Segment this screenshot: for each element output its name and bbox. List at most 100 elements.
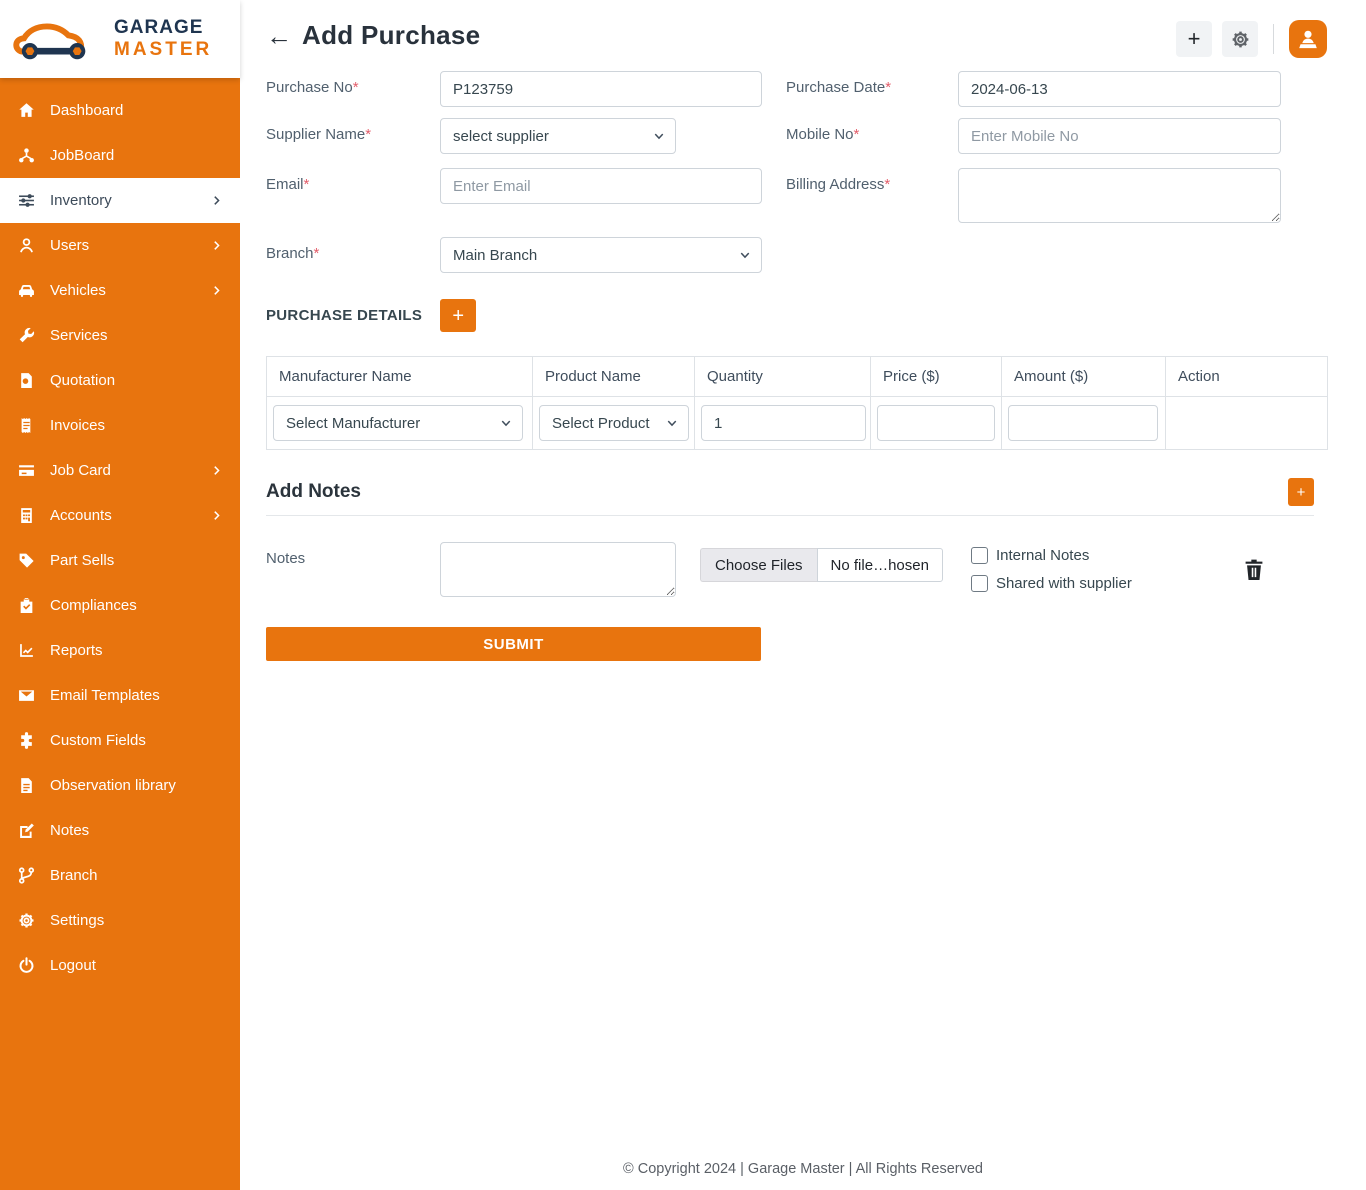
manufacturer-select[interactable]: Select Manufacturer xyxy=(273,405,523,441)
page-header: ← Add Purchase xyxy=(266,20,1328,51)
file-upload-control[interactable]: Choose Files No file…hosen xyxy=(700,548,943,582)
sidebar-item-label: Settings xyxy=(50,912,104,929)
sidebar-item-label: Observation library xyxy=(50,777,176,794)
chevron-right-icon xyxy=(211,285,222,296)
action-cell xyxy=(1166,397,1328,450)
price-input[interactable] xyxy=(877,405,995,441)
shared-with-supplier-label: Shared with supplier xyxy=(996,575,1132,592)
pen-square-icon xyxy=(18,822,35,839)
back-arrow-icon[interactable]: ← xyxy=(266,23,292,49)
sidebar-item-email-templates[interactable]: Email Templates xyxy=(0,673,240,718)
sidebar-item-accounts[interactable]: Accounts xyxy=(0,493,240,538)
sidebar-item-compliances[interactable]: Compliances xyxy=(0,583,240,628)
envelope-icon xyxy=(18,687,35,704)
billing-address-field: Billing Address* xyxy=(786,168,1328,223)
sidebar-item-settings[interactable]: Settings xyxy=(0,898,240,943)
amount-input[interactable] xyxy=(1008,405,1158,441)
email-label: Email* xyxy=(266,168,440,193)
sidebar-item-dashboard[interactable]: Dashboard xyxy=(0,88,240,133)
add-note-button[interactable]: + xyxy=(1288,478,1314,506)
clipboard-check-icon xyxy=(18,597,35,614)
submit-button[interactable]: SUBMIT xyxy=(266,627,761,661)
required-mark: * xyxy=(304,176,310,193)
sidebar-item-branch[interactable]: Branch xyxy=(0,853,240,898)
purchase-date-label: Purchase Date* xyxy=(786,71,958,96)
user-avatar[interactable] xyxy=(1289,20,1327,58)
add-notes-title: Add Notes xyxy=(266,481,361,503)
email-field: Email* xyxy=(266,168,786,204)
sidebar-item-label: Job Card xyxy=(50,462,111,479)
chart-line-icon xyxy=(18,642,35,659)
sidebar-item-inventory[interactable]: Inventory xyxy=(0,178,240,223)
mobile-label: Mobile No* xyxy=(786,118,958,143)
billing-address-label: Billing Address* xyxy=(786,168,958,193)
chevron-right-icon xyxy=(211,510,222,521)
shared-with-supplier-checkbox[interactable] xyxy=(971,575,988,592)
power-icon xyxy=(18,957,35,974)
notes-textarea[interactable] xyxy=(440,542,676,597)
sidebar-item-custom-fields[interactable]: Custom Fields xyxy=(0,718,240,763)
branch-select[interactable]: Main Branch xyxy=(440,237,762,273)
puzzle-icon xyxy=(18,732,35,749)
internal-notes-option[interactable]: Internal Notes xyxy=(971,547,1132,564)
page-title: Add Purchase xyxy=(302,20,480,51)
settings-button[interactable] xyxy=(1222,21,1258,57)
sidebar-item-quotation[interactable]: Quotation xyxy=(0,358,240,403)
sidebar-item-invoices[interactable]: Invoices xyxy=(0,403,240,448)
col-manufacturer: Manufacturer Name xyxy=(267,357,533,397)
sidebar-item-label: Part Sells xyxy=(50,552,114,569)
add-row-button[interactable]: + xyxy=(440,299,476,332)
billing-address-textarea[interactable] xyxy=(958,168,1281,223)
sidebar-item-services[interactable]: Services xyxy=(0,313,240,358)
internal-notes-checkbox[interactable] xyxy=(971,547,988,564)
sidebar-item-label: Users xyxy=(50,237,89,254)
person-icon xyxy=(1297,28,1319,50)
sidebar-item-users[interactable]: Users xyxy=(0,223,240,268)
col-action: Action xyxy=(1166,357,1328,397)
app-logo[interactable]: GARAGE MASTER xyxy=(0,0,240,78)
delete-note-button[interactable] xyxy=(1243,558,1265,585)
sidebar-item-label: Notes xyxy=(50,822,89,839)
quantity-input[interactable] xyxy=(701,405,866,441)
tag-icon xyxy=(18,552,35,569)
sidebar-item-notes[interactable]: Notes xyxy=(0,808,240,853)
purchase-details-header: PURCHASE DETAILS + xyxy=(266,299,1328,332)
internal-notes-label: Internal Notes xyxy=(996,547,1089,564)
plus-icon: + xyxy=(452,305,464,327)
supplier-select[interactable]: select supplier xyxy=(440,118,676,154)
sidebar-item-job-card[interactable]: Job Card xyxy=(0,448,240,493)
garage-car-logo-icon xyxy=(10,11,106,67)
sidebar-item-label: Reports xyxy=(50,642,103,659)
choose-files-button[interactable]: Choose Files xyxy=(700,548,817,582)
email-input[interactable] xyxy=(440,168,762,204)
sidebar-item-label: Services xyxy=(50,327,108,344)
purchase-date-input[interactable] xyxy=(958,71,1281,107)
wrench-icon xyxy=(18,327,35,344)
gear-icon xyxy=(1231,30,1250,49)
chevron-right-icon xyxy=(211,195,222,206)
trash-icon xyxy=(1243,558,1265,582)
required-mark: * xyxy=(365,126,371,143)
sidebar-item-part-sells[interactable]: Part Sells xyxy=(0,538,240,583)
sidebar-item-label: Inventory xyxy=(50,192,112,209)
required-mark: * xyxy=(353,79,359,96)
topbar-actions: + xyxy=(1176,20,1327,58)
purchase-no-label: Purchase No* xyxy=(266,71,440,96)
plus-icon: + xyxy=(1297,484,1306,501)
required-mark: * xyxy=(884,176,890,193)
add-button[interactable]: + xyxy=(1176,21,1212,57)
sidebar-item-vehicles[interactable]: Vehicles xyxy=(0,268,240,313)
sidebar-item-observation-library[interactable]: Observation library xyxy=(0,763,240,808)
sidebar-item-label: Accounts xyxy=(50,507,112,524)
product-select[interactable]: Select Product xyxy=(539,405,689,441)
sidebar-item-reports[interactable]: Reports xyxy=(0,628,240,673)
brand-line1: GARAGE xyxy=(114,17,212,39)
sidebar: GARAGE MASTER Dashboard JobBoard Invento… xyxy=(0,0,240,1190)
purchase-no-input[interactable] xyxy=(440,71,762,107)
supplier-label: Supplier Name* xyxy=(266,118,440,143)
sidebar-item-jobboard[interactable]: JobBoard xyxy=(0,133,240,178)
sidebar-item-logout[interactable]: Logout xyxy=(0,943,240,988)
mobile-input[interactable] xyxy=(958,118,1281,154)
shared-with-supplier-option[interactable]: Shared with supplier xyxy=(971,575,1132,592)
mobile-field: Mobile No* xyxy=(786,118,1328,154)
